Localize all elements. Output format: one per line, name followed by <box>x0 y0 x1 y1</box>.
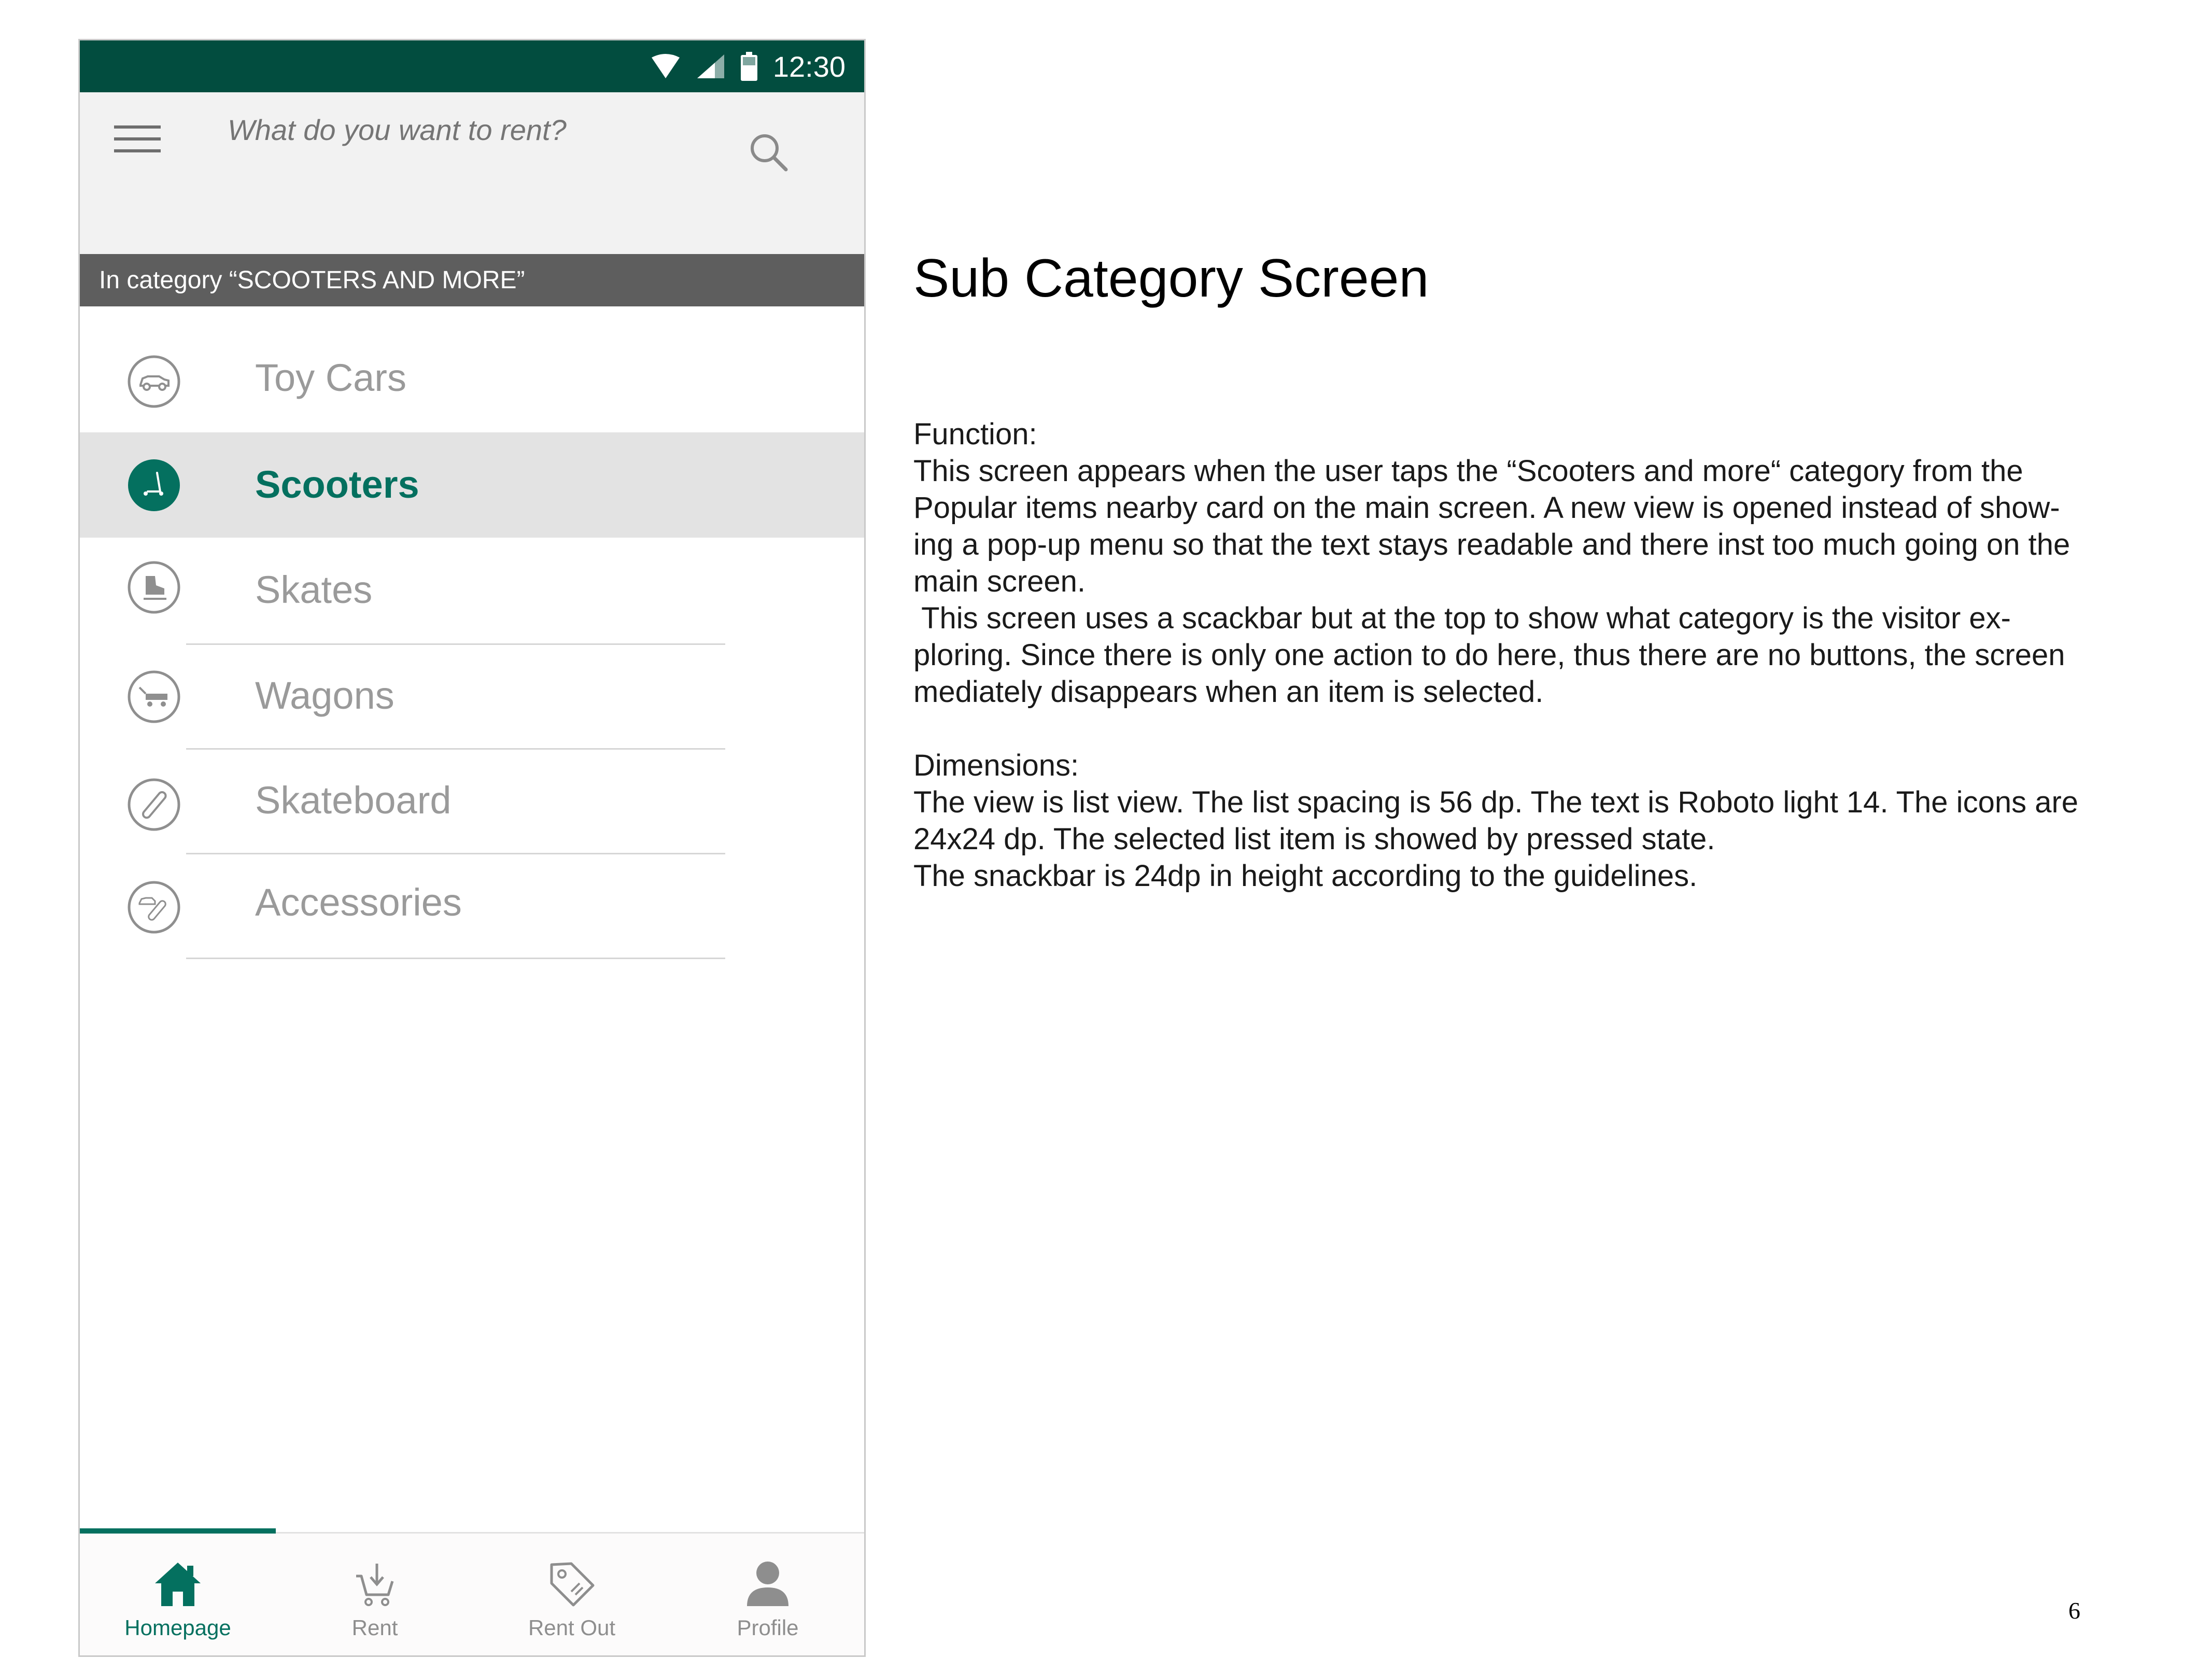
wifi-icon <box>651 54 680 78</box>
skateboard-icon <box>128 778 180 831</box>
nav-item-profile[interactable]: Profile <box>670 1534 864 1655</box>
nav-label: Rent <box>351 1615 398 1640</box>
list-item-scooters[interactable]: Scooters <box>80 432 864 538</box>
description-line: Function: <box>913 417 1037 451</box>
phone-screen: 12:30 In category “SCOOTERS AND MORE” To… <box>78 39 866 1657</box>
list-item-label: Skateboard <box>255 779 452 822</box>
status-time: 12:30 <box>772 50 846 83</box>
person-icon <box>747 1562 788 1606</box>
list-item-label: Toy Cars <box>255 356 406 399</box>
skate-icon <box>128 561 180 614</box>
nav-label: Homepage <box>124 1615 231 1640</box>
nav-item-rent-out[interactable]: Rent Out <box>474 1534 670 1655</box>
list-item-label: Wagons <box>255 674 395 717</box>
description-line: The snackbar is 24dp in height according… <box>913 859 1698 893</box>
list-item-toy-cars[interactable]: Toy Cars <box>80 306 864 432</box>
nav-label: Rent Out <box>528 1615 616 1640</box>
nav-item-rent[interactable]: Rent <box>277 1534 473 1655</box>
description-line: This screen uses a scackbar but at the t… <box>913 601 2011 635</box>
toy-car-icon <box>128 355 180 408</box>
signal-icon <box>697 54 724 78</box>
description-line: ing a pop-up menu so that the text stays… <box>913 528 2070 561</box>
accessories-icon <box>128 881 180 934</box>
cart-icon <box>356 1564 394 1606</box>
home-icon <box>155 1563 201 1606</box>
description-line: ploring. Since there is only one action … <box>913 638 2065 672</box>
battery-icon <box>740 52 757 81</box>
list-item-wagons[interactable]: Wagons <box>80 645 864 748</box>
page-title: Sub Category Screen <box>913 248 1429 308</box>
tag-icon <box>550 1562 595 1607</box>
description-text: Function: This screen appears when the u… <box>913 416 2106 894</box>
wagon-icon <box>128 670 180 723</box>
bottom-navigation: Homepage Rent Rent Out Profile <box>80 1528 864 1655</box>
description-line: mediately disappears when an item is sel… <box>913 675 1544 709</box>
description-line: main screen. <box>913 565 1086 598</box>
list-item-accessories[interactable]: Accessories <box>80 854 864 958</box>
description-line: 24x24 dp. The selected list item is show… <box>913 822 1715 856</box>
list-item-label: Skates <box>255 568 373 611</box>
category-snackbar: In category “SCOOTERS AND MORE” <box>80 254 864 306</box>
page-number: 6 <box>2068 1597 2080 1624</box>
nav-item-homepage[interactable]: Homepage <box>80 1534 276 1655</box>
status-icons: 12:30 <box>651 40 846 92</box>
description-line: This screen appears when the user taps t… <box>913 454 2023 488</box>
nav-label: Profile <box>737 1615 799 1640</box>
description-line: Dimensions: <box>913 749 1079 782</box>
list-item-skates[interactable]: Skates <box>80 538 864 643</box>
search-input[interactable] <box>228 113 720 147</box>
list-item-label: Scooters <box>255 463 419 506</box>
description-line: Popular items nearby card on the main sc… <box>913 491 2060 525</box>
search-icon[interactable] <box>748 131 789 173</box>
list-divider <box>186 958 725 959</box>
active-tab-indicator <box>80 1528 276 1534</box>
menu-icon[interactable] <box>114 123 161 154</box>
description-line: The view is list view. The list spacing … <box>913 785 2079 819</box>
status-bar: 12:30 <box>80 40 864 92</box>
app-bar <box>80 92 864 254</box>
description-line <box>913 710 2106 747</box>
list-item-label: Accessories <box>255 881 462 924</box>
scooter-icon <box>128 459 180 511</box>
list-item-skateboard[interactable]: Skateboard <box>80 750 864 853</box>
